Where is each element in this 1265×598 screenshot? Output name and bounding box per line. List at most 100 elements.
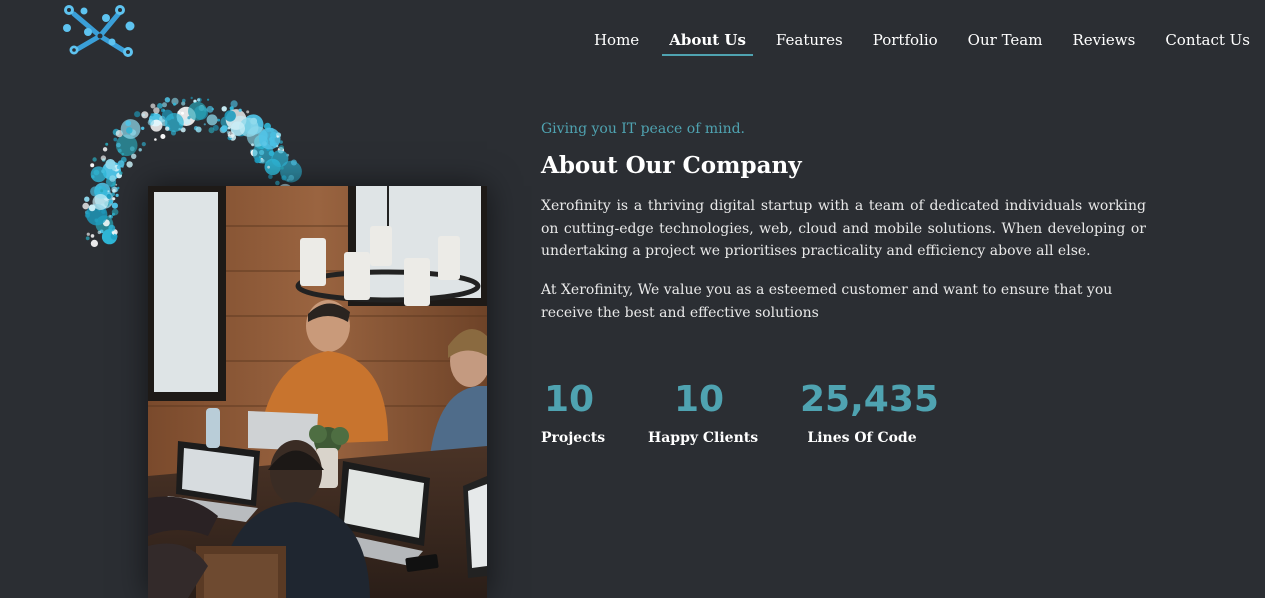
decorative-dot — [116, 165, 121, 170]
decorative-dot — [227, 126, 231, 130]
decorative-dot — [197, 98, 201, 102]
decorative-dot — [212, 124, 219, 131]
decorative-dot — [251, 143, 254, 147]
tagline: Giving you IT peace of mind. — [541, 121, 746, 137]
stat-label: Lines Of Code — [807, 430, 917, 446]
decorative-dot — [113, 233, 116, 236]
decorative-dot — [116, 142, 121, 148]
decorative-dot — [154, 138, 157, 141]
decorative-dot — [206, 105, 214, 113]
decorative-dot — [164, 97, 171, 103]
decorative-dot — [92, 157, 97, 162]
decorative-dot — [290, 159, 297, 166]
decorative-dot — [147, 119, 155, 126]
about-paragraph-1: Xerofinity is a thriving digital startup… — [541, 198, 1146, 259]
nav-our-team[interactable]: Our Team — [953, 30, 1058, 50]
decorative-dot — [100, 189, 104, 193]
decorative-dot — [111, 192, 115, 197]
decorative-dot — [224, 110, 236, 122]
page: Home About Us Features Portfolio Our Tea… — [0, 0, 1265, 598]
decorative-dot — [271, 150, 289, 168]
decorative-dot — [276, 145, 279, 148]
about-paragraph-2: At Xerofinity, We value you as a esteeme… — [541, 282, 1113, 321]
decorative-dot — [85, 236, 90, 241]
decorative-dot — [92, 194, 109, 210]
decorative-dot — [190, 96, 193, 100]
decorative-dot — [134, 111, 141, 118]
decorative-dot — [230, 121, 245, 136]
main-nav: Home About Us Features Portfolio Our Tea… — [579, 30, 1265, 60]
decorative-dot — [267, 165, 270, 169]
decorative-dot — [181, 111, 184, 115]
nav-home[interactable]: Home — [579, 30, 654, 50]
stat-value: 10 — [673, 379, 725, 420]
decorative-dot — [268, 174, 273, 179]
decorative-dot — [113, 137, 118, 142]
decorative-dot — [131, 153, 137, 159]
decorative-dot — [279, 145, 284, 151]
decorative-dot — [126, 161, 133, 168]
decorative-dot — [275, 180, 280, 186]
decorative-dot — [238, 108, 242, 112]
decorative-dot — [84, 196, 90, 202]
decorative-dot — [82, 202, 89, 210]
decorative-dot — [254, 157, 261, 164]
decorative-dot — [246, 110, 250, 114]
stat-value: 25,435 — [800, 379, 939, 420]
stat-projects: 10 Projects — [541, 379, 605, 447]
decorative-dot — [109, 175, 116, 182]
nav-contact-us[interactable]: Contact Us — [1150, 30, 1265, 50]
decorative-dot — [220, 125, 228, 133]
decorative-dot — [111, 208, 119, 216]
decorative-dot — [115, 193, 119, 197]
decorative-dot — [150, 103, 156, 109]
decorative-dot — [97, 230, 101, 235]
decorative-dot — [86, 232, 90, 236]
decorative-dot — [195, 126, 202, 133]
decorative-dot — [126, 127, 133, 134]
nav-about-us[interactable]: About Us — [654, 30, 761, 56]
page-title: About Our Company — [541, 152, 802, 179]
decorative-dot — [121, 165, 124, 168]
decorative-dot — [105, 142, 109, 146]
decorative-dot — [276, 135, 279, 138]
nav-portfolio[interactable]: Portfolio — [858, 30, 953, 50]
decorative-dot — [221, 106, 227, 112]
decorative-dot — [112, 189, 116, 193]
decorative-dot — [102, 147, 108, 152]
decorative-dot — [207, 98, 210, 101]
decorative-dot — [141, 142, 146, 147]
decorative-dot — [188, 101, 207, 121]
decorative-dot — [111, 202, 118, 209]
decorative-dot — [108, 214, 112, 218]
molecule-x-logo-icon[interactable] — [60, 2, 138, 58]
decorative-dot — [138, 148, 142, 152]
decorative-dot — [112, 197, 116, 201]
decorative-dot — [150, 113, 154, 117]
decorative-dot — [109, 199, 113, 204]
decorative-dot — [125, 120, 132, 127]
decorative-dot — [165, 126, 170, 131]
decorative-dot — [141, 126, 145, 130]
decorative-dot — [119, 171, 123, 175]
decorative-dot — [203, 123, 206, 126]
decorative-dot — [160, 134, 166, 139]
decorative-dot — [100, 155, 107, 161]
decorative-dot — [162, 102, 167, 108]
decorative-dot — [112, 182, 116, 186]
decorative-dot — [161, 108, 165, 113]
decorative-dot — [105, 159, 116, 170]
decorative-dot — [153, 107, 160, 114]
nav-features[interactable]: Features — [761, 30, 858, 50]
decorative-dot — [230, 100, 238, 108]
decorative-dot — [108, 224, 116, 232]
decorative-dot — [107, 190, 110, 193]
decorative-dot — [90, 163, 95, 168]
team-working-photo — [148, 186, 487, 598]
decorative-dot — [217, 118, 221, 122]
decorative-dot — [141, 111, 149, 119]
decorative-dot — [90, 239, 98, 247]
decorative-dot — [182, 98, 186, 103]
nav-reviews[interactable]: Reviews — [1057, 30, 1150, 50]
stat-value: 10 — [543, 379, 595, 420]
